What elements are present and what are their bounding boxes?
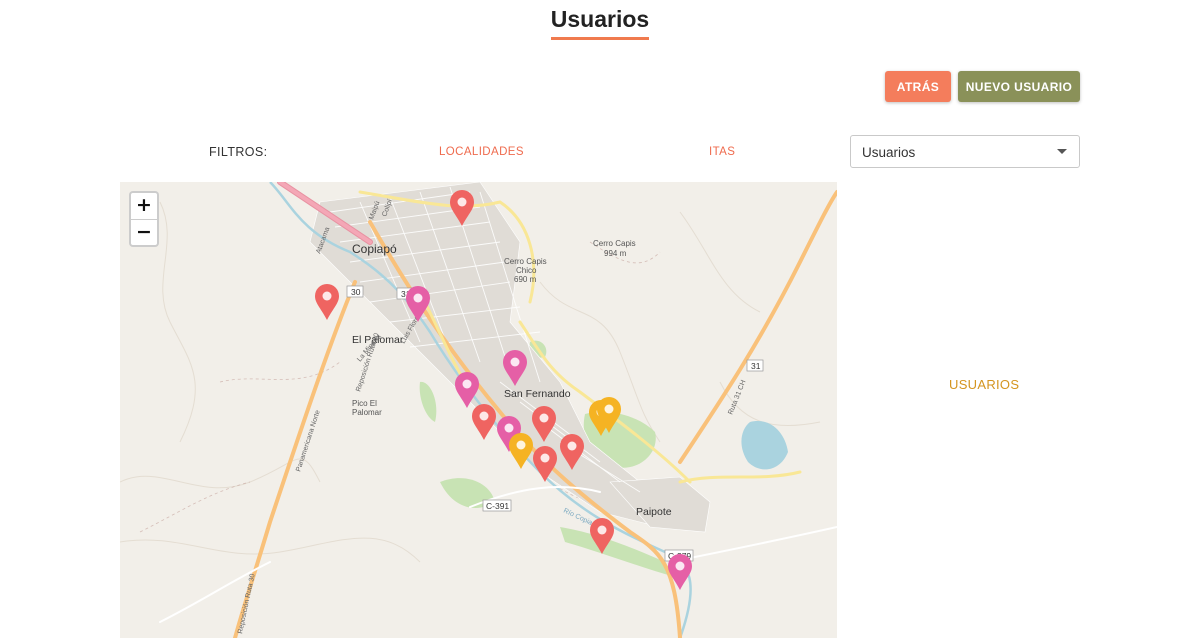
page-title-wrap: Usuarios	[0, 6, 1200, 40]
label-cerro-capis-chico-3: 690 m	[514, 275, 537, 284]
map-marker-orange[interactable]	[509, 433, 533, 469]
road-shield-31b: 31	[751, 361, 761, 371]
label-cerro-capis-1: Cerro Capis	[593, 239, 636, 248]
label-reposicion-ruta-30-b: Reposición Ruta 30	[237, 573, 257, 634]
map[interactable]: 30 31 31 C-391 C-379 Copiapó El Palomar …	[120, 182, 837, 638]
users-side-label: USUARIOS	[949, 377, 1020, 392]
zoom-in-button[interactable]: +	[131, 193, 157, 220]
road-shield-30: 30	[351, 287, 361, 297]
label-san-fernando: San Fernando	[504, 388, 571, 400]
label-pico-el-palomar-2: Palomar	[352, 408, 382, 417]
new-user-button[interactable]: NUEVO USUARIO	[958, 71, 1080, 102]
map-marker-red[interactable]	[315, 284, 339, 320]
label-copiapo: Copiapó	[352, 242, 397, 256]
zoom-out-button[interactable]: −	[131, 220, 157, 246]
layer-select[interactable]: Usuarios	[850, 135, 1080, 168]
layer-select-value: Usuarios	[862, 145, 916, 160]
map-canvas: 30 31 31 C-391 C-379 Copiapó El Palomar …	[120, 182, 837, 638]
page-title: Usuarios	[550, 6, 650, 40]
chevron-down-icon	[1057, 149, 1067, 154]
filter-localidades-link[interactable]: LOCALIDADES	[439, 146, 524, 158]
label-cerro-capis-chico-1: Cerro Capis	[504, 257, 547, 266]
map-marker-red[interactable]	[472, 404, 496, 440]
label-paipote: Paipote	[636, 506, 672, 518]
back-button[interactable]: ATRÁS	[885, 71, 951, 102]
label-cerro-capis-chico-2: Chico	[516, 266, 537, 275]
label-pico-el-palomar-1: Pico El	[352, 399, 377, 408]
zoom-control: + −	[129, 191, 159, 247]
filter-itas-link[interactable]: ITAS	[709, 146, 735, 158]
road-shield-c391: C-391	[486, 501, 509, 511]
water	[741, 421, 788, 470]
filters-label: FILTROS:	[209, 145, 268, 159]
label-cerro-capis-2: 994 m	[604, 249, 627, 258]
